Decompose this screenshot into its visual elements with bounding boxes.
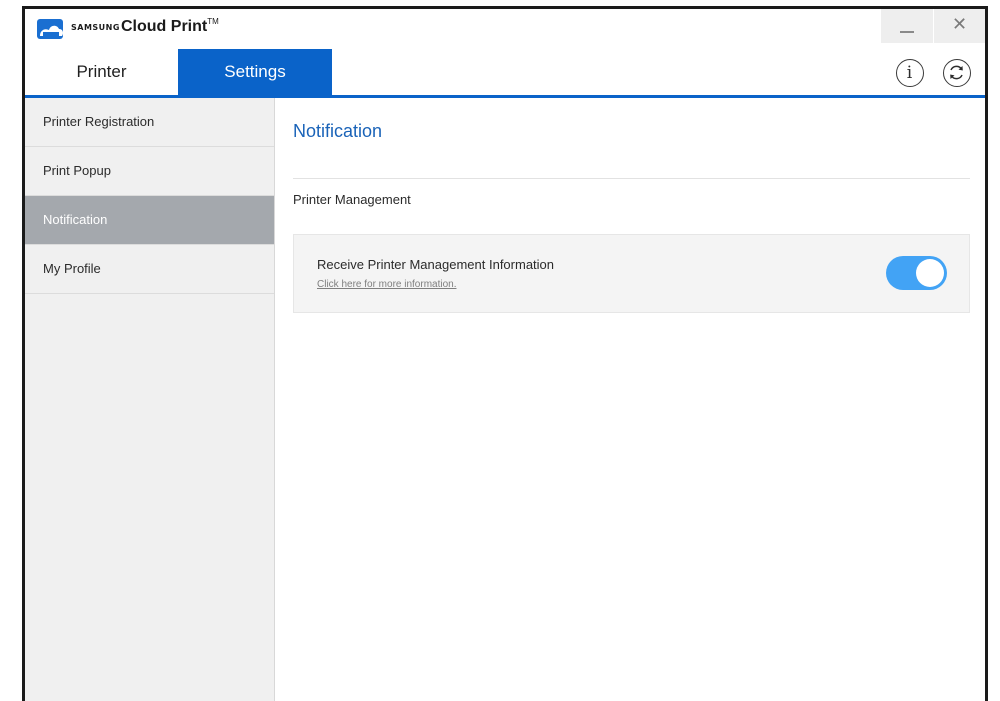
app-window: SAMSUNG Cloud PrintTM ✕ Printer Settings… (22, 6, 988, 701)
main-content: Notification Printer Management Receive … (275, 98, 985, 701)
cloud-print-logo-icon (37, 19, 63, 39)
minimize-button[interactable] (881, 9, 933, 43)
more-info-link[interactable]: Click here for more information. (317, 279, 457, 290)
screen: SAMSUNG Cloud PrintTM ✕ Printer Settings… (0, 0, 1000, 701)
app-title-text: Cloud Print (121, 18, 208, 35)
app-title: Cloud PrintTM (121, 17, 219, 36)
sidebar-item-printer-registration[interactable]: Printer Registration (25, 98, 274, 147)
close-icon: ✕ (951, 14, 968, 35)
section-heading: Printer Management (293, 192, 411, 207)
info-icon: i (906, 63, 913, 83)
printer-management-toggle[interactable] (886, 256, 947, 290)
setting-card: Receive Printer Management Information C… (293, 234, 970, 313)
title-bar: SAMSUNG Cloud PrintTM ✕ (25, 9, 985, 49)
tab-settings[interactable]: Settings (178, 49, 332, 95)
close-button[interactable]: ✕ (934, 9, 985, 43)
setting-label: Receive Printer Management Information (317, 257, 555, 272)
info-button[interactable]: i (896, 59, 924, 87)
tab-printer[interactable]: Printer (25, 49, 178, 95)
toggle-knob (916, 259, 944, 287)
refresh-icon (950, 65, 963, 80)
sidebar-item-my-profile[interactable]: My Profile (25, 245, 274, 294)
page-title: Notification (293, 121, 383, 141)
refresh-button[interactable] (943, 59, 971, 87)
trademark: TM (207, 17, 219, 26)
divider (293, 178, 970, 179)
sidebar-item-print-popup[interactable]: Print Popup (25, 147, 274, 196)
minimize-icon (900, 31, 914, 33)
sidebar-item-notification[interactable]: Notification (25, 196, 274, 245)
brand-samsung: SAMSUNG (71, 23, 120, 32)
tab-bar: Printer Settings (25, 49, 985, 95)
sidebar: Printer Registration Print Popup Notific… (25, 98, 275, 701)
